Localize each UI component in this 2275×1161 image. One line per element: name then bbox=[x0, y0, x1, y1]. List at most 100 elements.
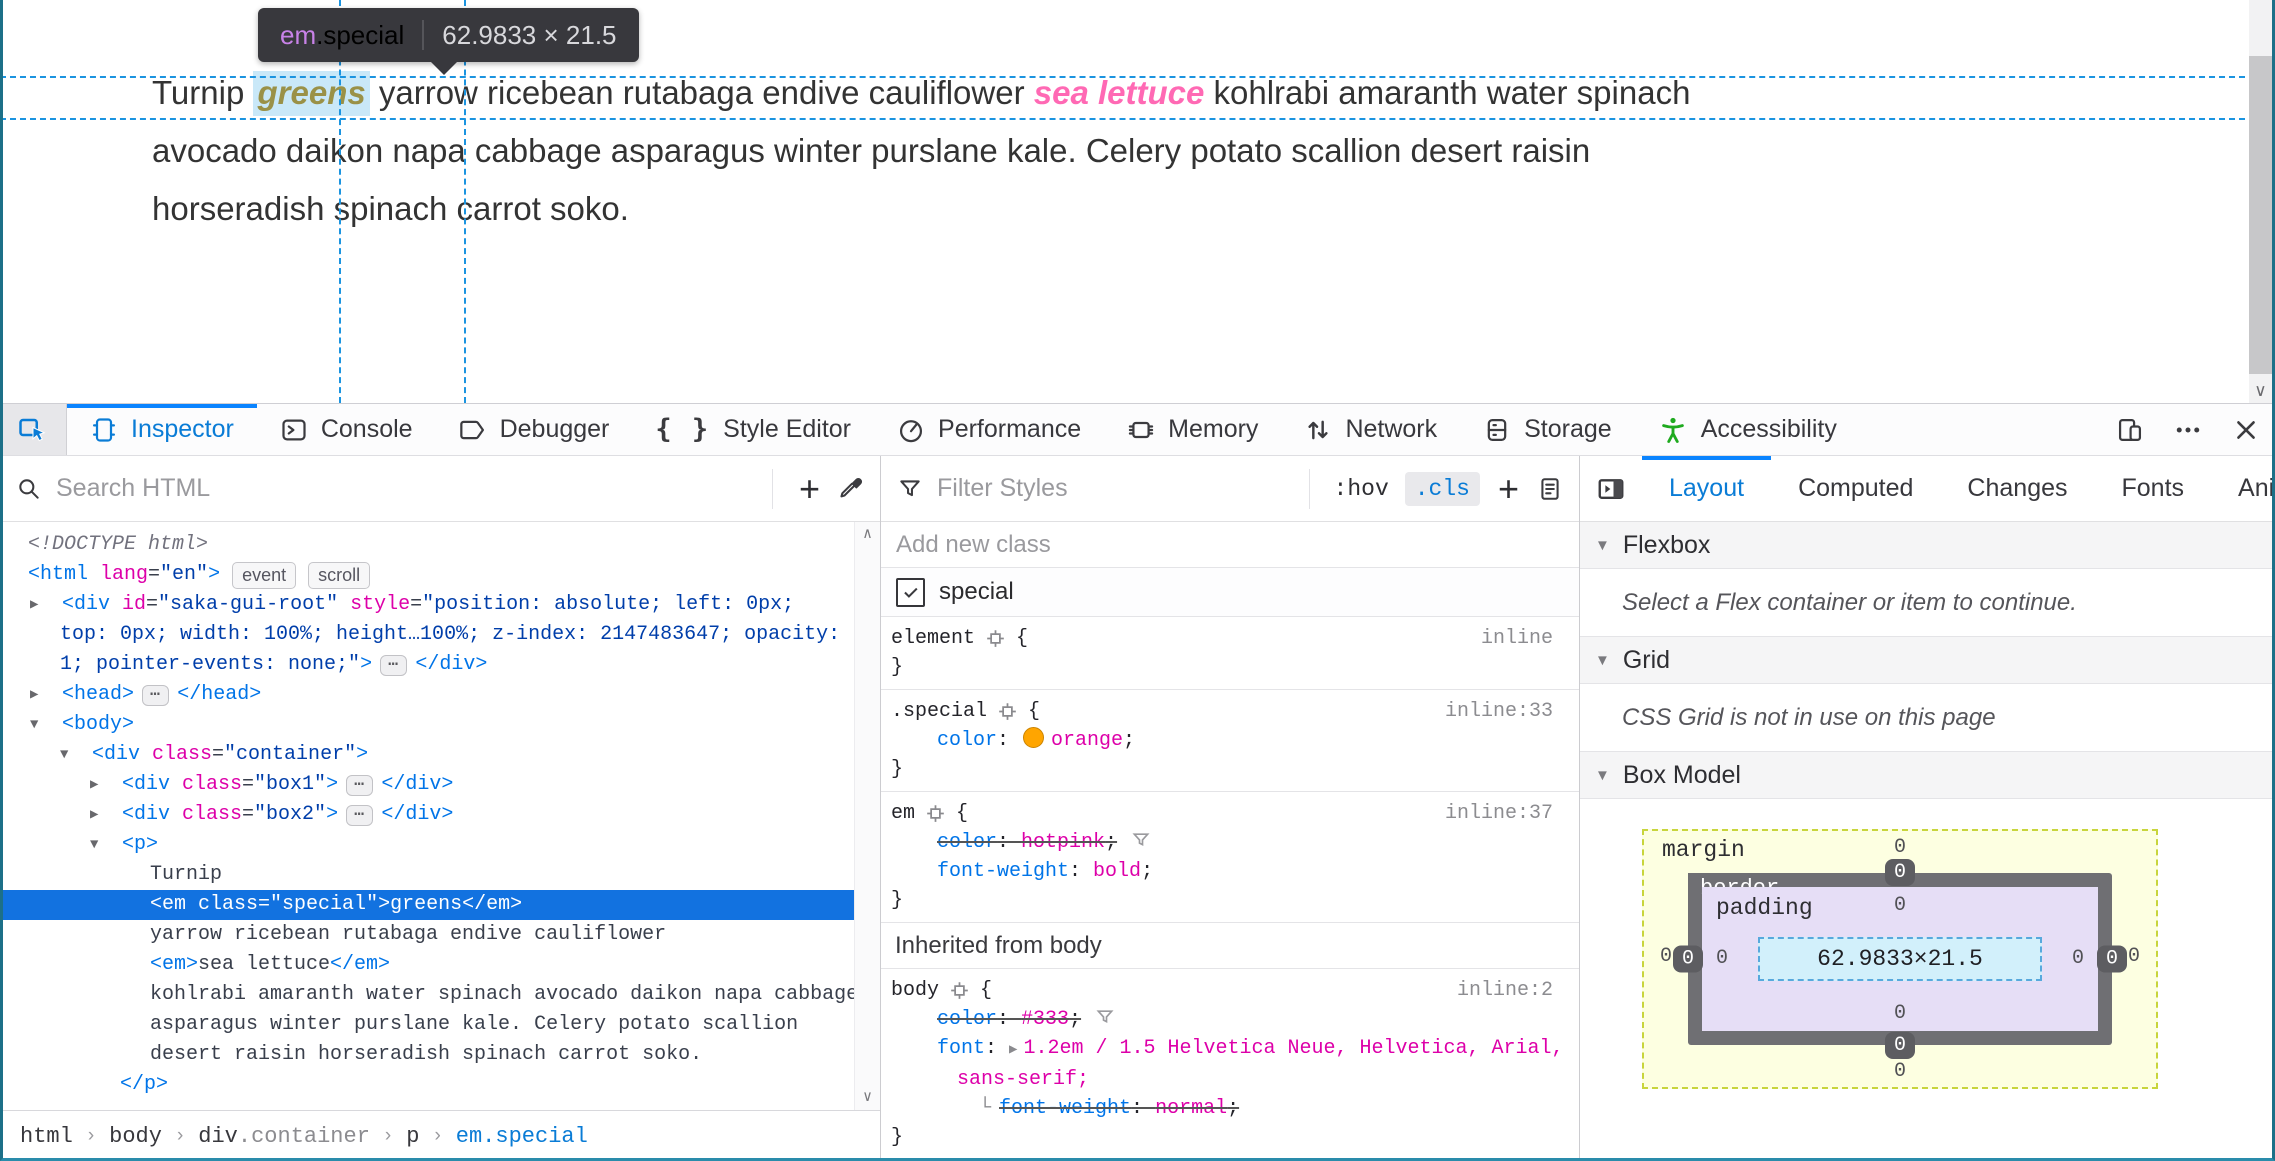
add-new-class-input[interactable]: Add new class bbox=[881, 522, 1579, 568]
markup-node[interactable]: ▶ <div id = "saka-gui-root" style = "position… bbox=[0, 590, 880, 620]
class-panel-toggle[interactable]: .cls bbox=[1404, 471, 1480, 506]
tab-storage[interactable]: Storage bbox=[1460, 404, 1635, 455]
class-toggle-row[interactable]: special bbox=[881, 568, 1579, 617]
rule-selector[interactable]: .special bbox=[891, 697, 987, 726]
tab-performance[interactable]: Performance bbox=[874, 404, 1104, 455]
stylesheet-icon[interactable] bbox=[1537, 476, 1563, 502]
page-scrollbar-thumb[interactable] bbox=[2249, 56, 2272, 374]
css-declaration[interactable]: color: hotpink; bbox=[891, 828, 1567, 857]
box-model-padding[interactable]: padding 0 0 0 0 62.9833×21.5 bbox=[1702, 887, 2098, 1031]
markup-node[interactable]: <html lang = "en" > event scroll bbox=[0, 560, 880, 590]
padding-left-value[interactable]: 0 bbox=[1716, 948, 1728, 970]
margin-left-value[interactable]: 0 bbox=[1660, 946, 1672, 968]
tab-style-editor[interactable]: { } Style Editor bbox=[632, 404, 874, 455]
border-bottom-value[interactable]: 0 bbox=[1884, 1032, 1916, 1059]
markup-node[interactable]: yarrow ricebean rutabaga endive cauliflo… bbox=[0, 920, 880, 950]
markup-node[interactable]: ▶ <div class = "box1" > ⋯ </div> bbox=[0, 770, 880, 800]
css-declaration[interactable]: font-weight: bold; bbox=[891, 857, 1567, 886]
search-input[interactable]: Search HTML bbox=[56, 474, 210, 503]
selector-highlighter-icon[interactable] bbox=[925, 803, 946, 824]
tab-console[interactable]: Console bbox=[257, 404, 436, 455]
markup-node[interactable]: ▼ <div class = "container" > bbox=[0, 740, 880, 770]
markup-scrollbar[interactable]: ∧ ∨ bbox=[854, 522, 880, 1110]
filter-styles-bar[interactable]: Filter Styles :hov .cls + bbox=[881, 456, 1579, 522]
margin-right-value[interactable]: 0 bbox=[2128, 946, 2140, 968]
tab-accessibility[interactable]: Accessibility bbox=[1635, 404, 1860, 455]
inline-ellipsis-button[interactable]: ⋯ bbox=[380, 654, 408, 676]
add-rule-button[interactable]: + bbox=[1488, 470, 1529, 507]
grid-section-header[interactable]: ▼ Grid bbox=[1580, 636, 2275, 684]
breadcrumb-item[interactable]: div.container bbox=[198, 1124, 370, 1149]
rule-source-link[interactable]: inline:37 bbox=[1445, 799, 1567, 828]
rule-source-link[interactable]: inline:2 bbox=[1457, 976, 1567, 1005]
markup-node[interactable]: ▼ <p> bbox=[0, 830, 880, 860]
margin-top-value[interactable]: 0 bbox=[1894, 837, 1906, 859]
border-left-value[interactable]: 0 bbox=[1673, 945, 1704, 973]
selector-highlighter-icon[interactable] bbox=[985, 628, 1006, 649]
inline-ellipsis-button[interactable]: ⋯ bbox=[142, 684, 170, 706]
sidebar-toggle-button[interactable] bbox=[1580, 456, 1642, 521]
box-model-border[interactable]: border 0 0 0 0 padding 0 0 0 0 6 bbox=[1673, 859, 2127, 1059]
padding-bottom-value[interactable]: 0 bbox=[1894, 1003, 1906, 1025]
markup-node[interactable]: top: 0px; width: 100%; height…100%; z-in… bbox=[0, 620, 880, 650]
flexbox-section-header[interactable]: ▼ Flexbox bbox=[1580, 522, 2275, 569]
markup-node[interactable]: 1; pointer-events: none;" > ⋯ </div> bbox=[0, 650, 880, 680]
sidebar-tab-animations[interactable]: Animations bbox=[2211, 456, 2275, 521]
inline-ellipsis-button[interactable]: ⋯ bbox=[346, 774, 374, 796]
tab-debugger[interactable]: Debugger bbox=[436, 404, 633, 455]
padding-top-value[interactable]: 0 bbox=[1894, 895, 1906, 917]
collapse-twisty-icon[interactable]: ▼ bbox=[58, 740, 92, 770]
markup-node[interactable]: Turnip bbox=[0, 860, 880, 890]
tab-memory[interactable]: Memory bbox=[1104, 404, 1281, 455]
rule-selector[interactable]: em bbox=[891, 799, 915, 828]
selector-highlighter-icon[interactable] bbox=[997, 701, 1018, 722]
pick-element-button[interactable] bbox=[0, 404, 67, 455]
markup-scroll-up-icon[interactable]: ∧ bbox=[855, 524, 880, 543]
markup-node[interactable]: ▶ <head> ⋯ </head> bbox=[0, 680, 880, 710]
collapse-twisty-icon[interactable]: ▼ bbox=[28, 710, 62, 740]
expand-twisty-icon[interactable]: ▶ bbox=[28, 590, 62, 620]
breadcrumb-item[interactable]: html bbox=[20, 1124, 73, 1149]
class-checkbox[interactable] bbox=[896, 577, 925, 607]
tab-inspector[interactable]: Inspector bbox=[67, 404, 257, 455]
expand-property-icon[interactable]: ▶ bbox=[1009, 1042, 1017, 1058]
markup-node[interactable]: ▶ <div class = "box2" > ⋯ </div> bbox=[0, 800, 880, 830]
boxmodel-section-header[interactable]: ▼ Box Model bbox=[1580, 751, 2275, 799]
close-button[interactable] bbox=[2217, 404, 2275, 455]
breadcrumb-item[interactable]: p bbox=[406, 1124, 419, 1149]
markup-node[interactable]: <em> sea lettuce </em> bbox=[0, 950, 880, 980]
box-model-margin[interactable]: margin 0 0 0 0 border 0 0 0 0 paddin bbox=[1642, 829, 2158, 1089]
eyedropper-icon[interactable] bbox=[838, 476, 864, 502]
sidebar-tab-computed[interactable]: Computed bbox=[1771, 456, 1940, 521]
event-badge[interactable]: scroll bbox=[308, 561, 371, 589]
css-declaration[interactable]: color: orange; bbox=[891, 726, 1567, 755]
rule-selector[interactable]: body bbox=[891, 976, 939, 1005]
sidebar-tab-changes[interactable]: Changes bbox=[1940, 456, 2094, 521]
overridden-filter-icon[interactable] bbox=[1095, 1007, 1115, 1027]
css-declaration[interactable]: color: #333; bbox=[891, 1005, 1567, 1034]
markup-node[interactable]: asparagus winter purslane kale. Celery p… bbox=[0, 1010, 880, 1040]
expand-twisty-icon[interactable]: ▶ bbox=[88, 770, 122, 800]
breadcrumb-item[interactable]: em.special bbox=[456, 1124, 588, 1149]
responsive-mode-button[interactable] bbox=[2101, 404, 2159, 455]
markup-node-selected[interactable]: <em class = "special" > greens </em> bbox=[0, 890, 880, 920]
border-right-value[interactable]: 0 bbox=[2096, 945, 2127, 973]
collapse-twisty-icon[interactable]: ▼ bbox=[88, 830, 122, 860]
filter-styles-input[interactable]: Filter Styles bbox=[937, 474, 1068, 503]
padding-right-value[interactable]: 0 bbox=[2072, 948, 2084, 970]
css-declaration[interactable]: font: ▶ 1.2em / 1.5 Helvetica Neue, Helve… bbox=[891, 1034, 1567, 1065]
pseudo-class-toggle[interactable]: :hov bbox=[1326, 472, 1397, 506]
add-node-button[interactable]: + bbox=[789, 470, 830, 507]
page-scrollbar[interactable]: ∨ bbox=[2249, 0, 2272, 403]
margin-bottom-value[interactable]: 0 bbox=[1894, 1061, 1906, 1083]
markup-search-bar[interactable]: Search HTML + bbox=[0, 456, 880, 522]
expand-twisty-icon[interactable]: ▶ bbox=[28, 680, 62, 710]
markup-node[interactable]: </p> bbox=[0, 1070, 880, 1100]
rule-selector[interactable]: element bbox=[891, 624, 975, 653]
inline-ellipsis-button[interactable]: ⋯ bbox=[346, 804, 374, 826]
event-badge[interactable]: event bbox=[232, 561, 297, 589]
border-top-value[interactable]: 0 bbox=[1884, 859, 1916, 886]
breadcrumb-item[interactable]: body bbox=[109, 1124, 162, 1149]
selector-highlighter-icon[interactable] bbox=[949, 980, 970, 1001]
rule-source-link[interactable]: inline:33 bbox=[1445, 697, 1567, 726]
